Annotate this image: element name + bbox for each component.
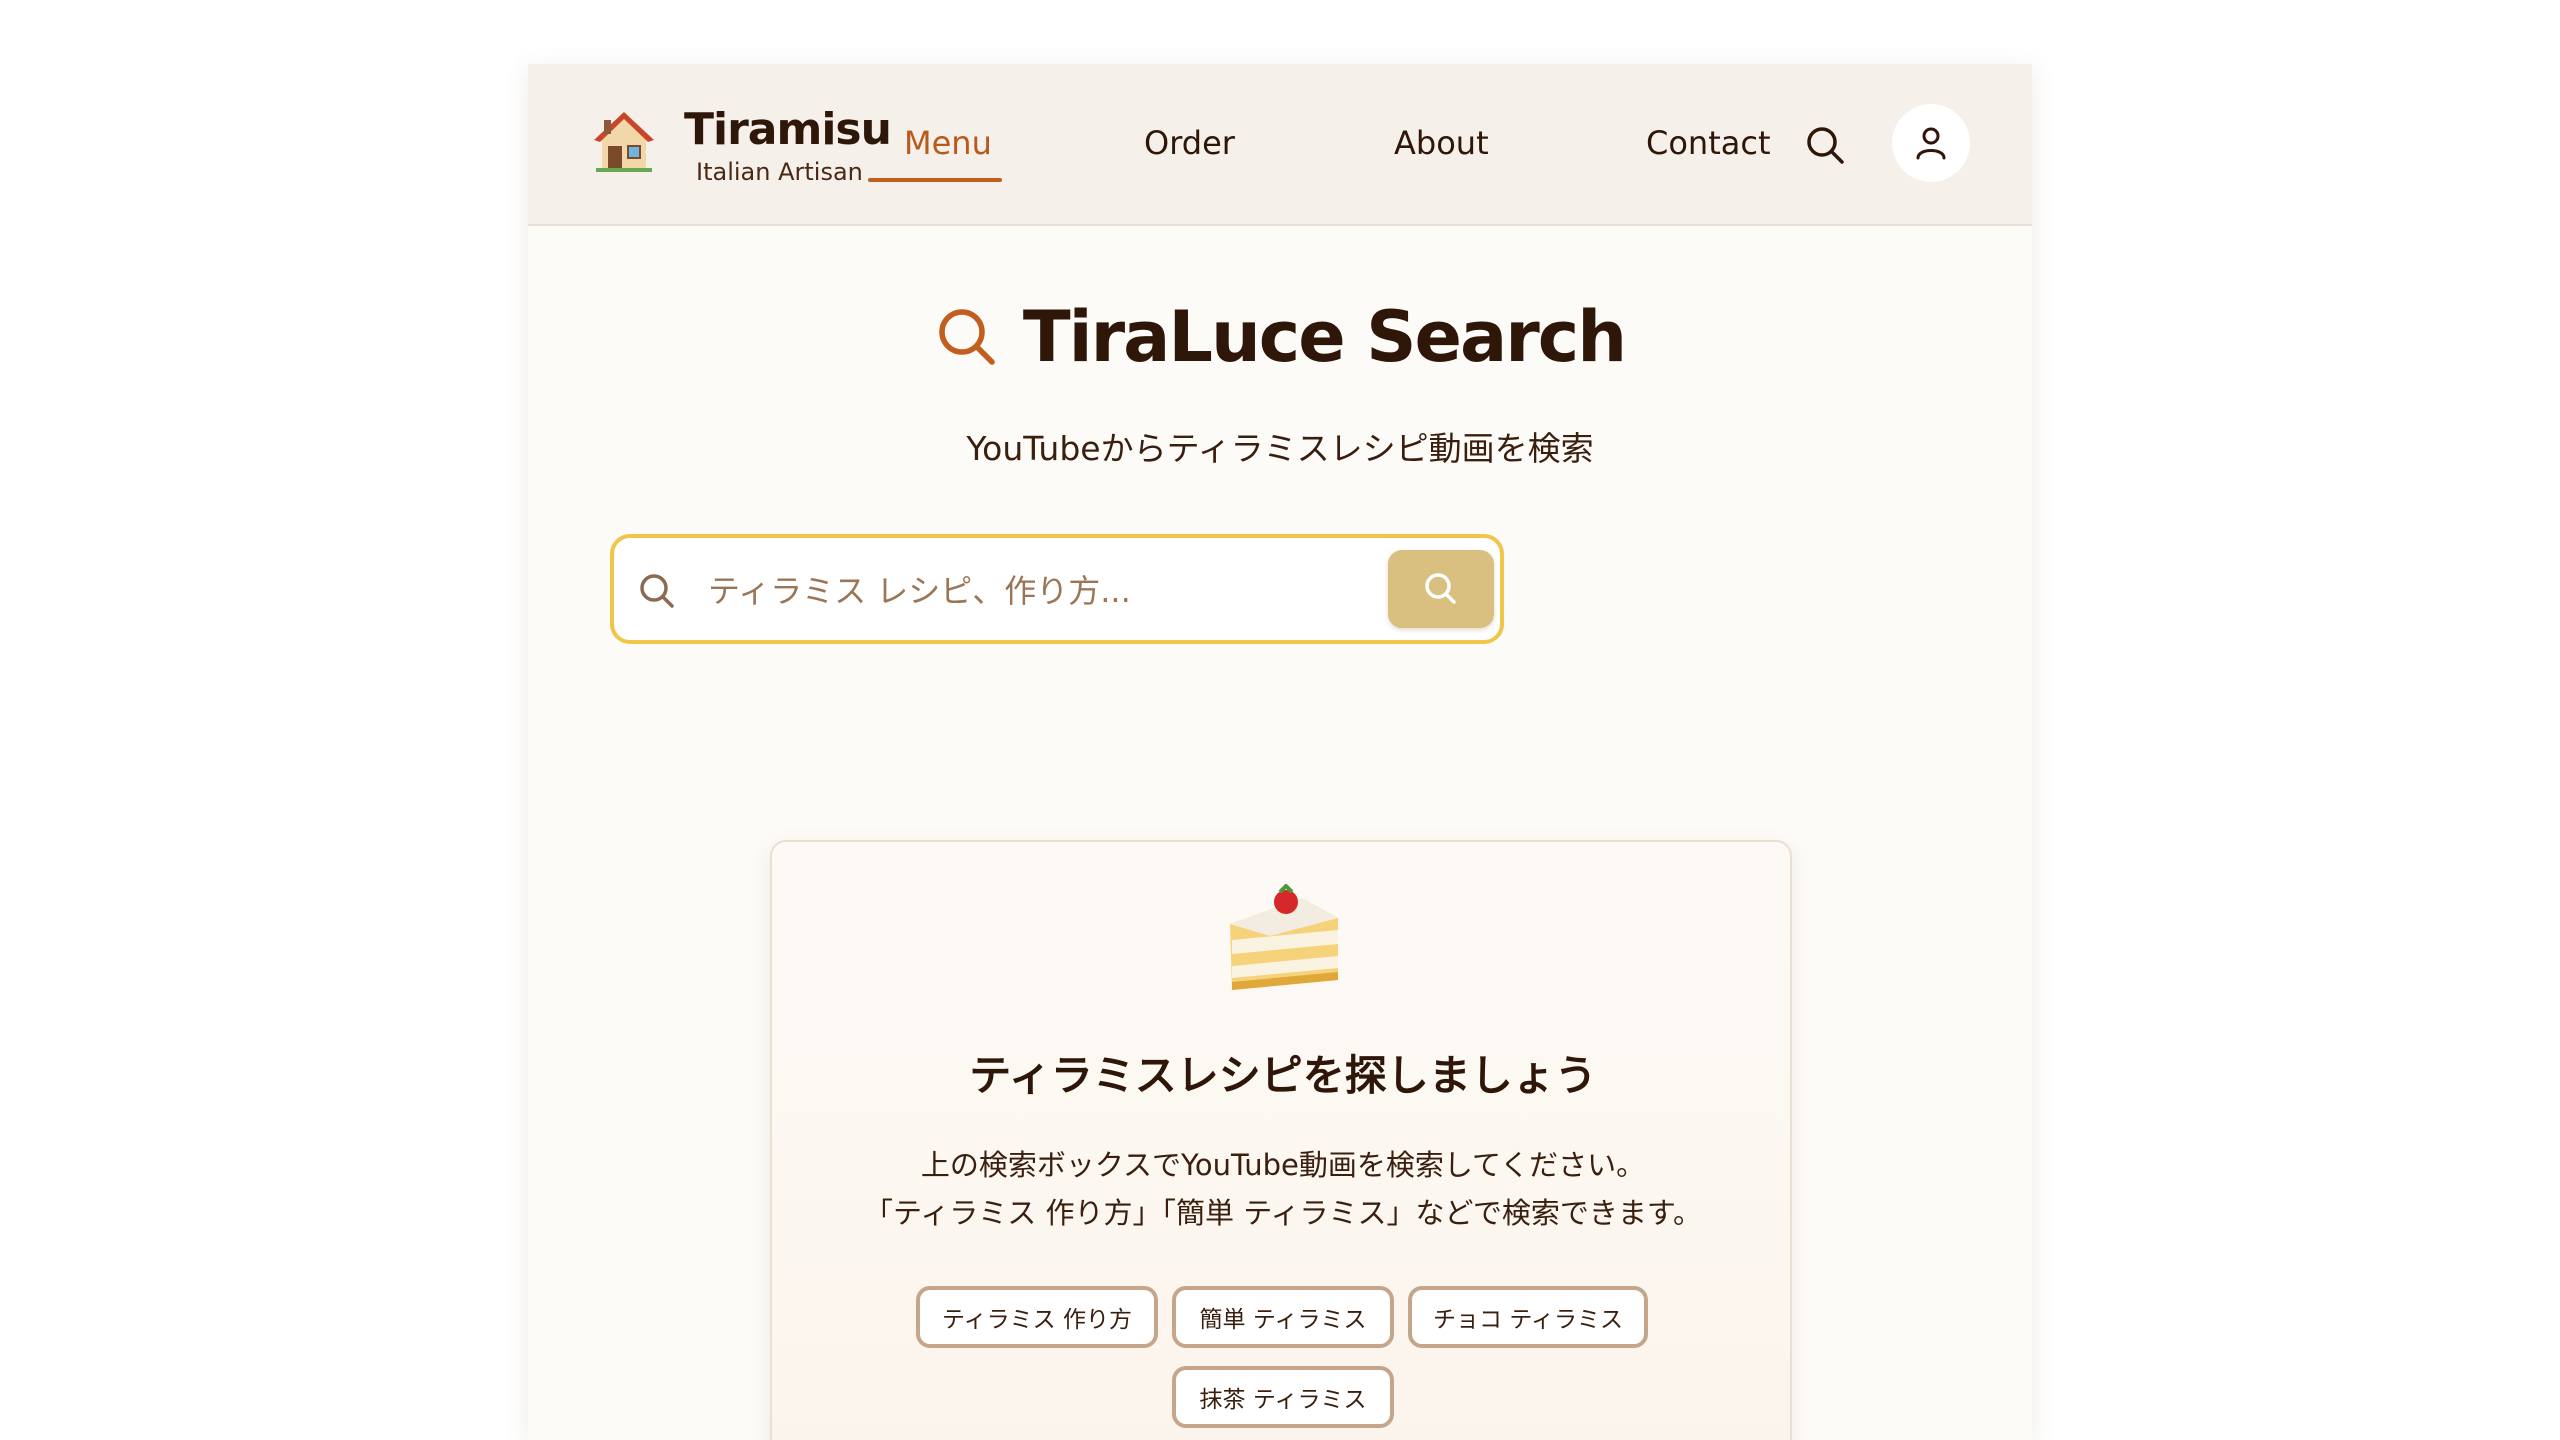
cake-icon [1230,884,1338,990]
empty-state-card: ティラミスレシピを探しましょう 上の検索ボックスでYouTube動画を検索してく… [770,840,1792,1440]
nav-about[interactable]: About [1394,124,1489,162]
nav-order[interactable]: Order [1144,124,1235,162]
search-icon[interactable] [1802,122,1848,168]
nav-contact[interactable]: Contact [1646,124,1771,162]
suggestion-chip[interactable]: 簡単 ティラミス [1172,1286,1394,1348]
nav-menu[interactable]: Menu [904,124,992,162]
suggestion-chip[interactable]: チョコ ティラミス [1408,1286,1648,1348]
search-icon [640,574,674,608]
user-account-button[interactable] [1892,104,1970,182]
brand-title[interactable]: Tiramisu [684,104,892,155]
empty-state-text-line2: 「ティラミス 作り方」「簡単 ティラミス」などで検索できます。 [864,1196,1702,1230]
search-bar [610,534,1504,644]
app-frame: Tiramisu Italian Artisan Menu Order Abou… [528,64,2032,1440]
empty-state-title: ティラミスレシピを探しましょう [969,1051,1597,1100]
search-icon [1425,573,1456,604]
empty-state-text-line1: 上の検索ボックスでYouTube動画を検索してください。 [920,1148,1646,1182]
suggestion-chip[interactable]: 抹茶 ティラミス [1172,1366,1394,1428]
top-navbar: Tiramisu Italian Artisan Menu Order Abou… [528,64,2032,226]
house-icon [594,112,654,172]
search-input[interactable] [706,558,1370,624]
page-title: TiraLuce Search [1022,296,1627,378]
hero-heading: TiraLuce Search [528,296,2032,378]
page-subtitle: YouTubeからティラミスレシピ動画を検索 [966,429,1594,468]
search-submit-button[interactable] [1388,550,1494,628]
suggestion-chip[interactable]: ティラミス 作り方 [916,1286,1158,1348]
user-icon [1916,127,1946,160]
brand-subtitle: Italian Artisan [696,158,863,186]
nav-active-indicator [868,178,1002,182]
search-icon [939,309,995,365]
